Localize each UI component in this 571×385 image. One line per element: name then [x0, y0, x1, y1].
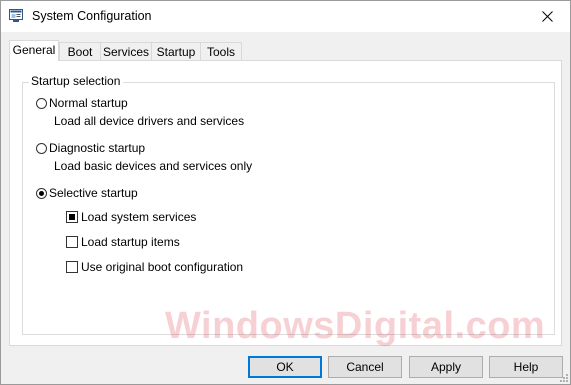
close-button[interactable] — [524, 1, 570, 32]
radio-circle-selected[interactable] — [36, 187, 47, 199]
tab-general[interactable]: General — [9, 40, 59, 61]
watermark-text: WindowsDigital.com — [165, 305, 546, 347]
selective-startup-radio[interactable]: Selective startup — [36, 186, 138, 200]
load-system-services-checkbox[interactable]: Load system services — [66, 210, 196, 224]
normal-startup-label: Normal startup — [49, 96, 128, 110]
cancel-button[interactable]: Cancel — [328, 356, 402, 378]
tab-tools[interactable]: Tools — [200, 42, 242, 60]
normal-startup-radio[interactable]: Normal startup — [36, 96, 128, 110]
msconfig-icon — [9, 9, 23, 22]
normal-startup-description: Load all device drivers and services — [54, 114, 245, 128]
load-startup-items-label: Load startup items — [81, 235, 180, 249]
radio-circle[interactable] — [36, 97, 47, 109]
use-original-boot-config-checkbox[interactable]: Use original boot configuration — [66, 260, 243, 274]
radio-circle[interactable] — [36, 142, 47, 154]
resize-grip-icon[interactable] — [558, 372, 568, 382]
apply-button[interactable]: Apply — [409, 356, 483, 378]
diagnostic-startup-label: Diagnostic startup — [49, 141, 146, 155]
system-configuration-window: System Configuration General Boot Servic… — [0, 0, 571, 385]
ok-button[interactable]: OK — [248, 356, 322, 378]
checkbox-indeterminate[interactable] — [66, 211, 78, 223]
diagnostic-startup-radio[interactable]: Diagnostic startup — [36, 141, 145, 155]
general-tab-panel: Startup selection Normal startup Load al… — [9, 60, 562, 346]
use-original-boot-config-label: Use original boot configuration — [81, 260, 244, 274]
tab-boot[interactable]: Boot — [59, 42, 101, 60]
close-icon — [541, 11, 553, 22]
tab-startup[interactable]: Startup — [151, 42, 201, 60]
title-bar[interactable]: System Configuration — [1, 1, 570, 32]
tab-services[interactable]: Services — [100, 42, 152, 60]
checkbox-unchecked[interactable] — [66, 236, 78, 248]
load-system-services-label: Load system services — [81, 210, 197, 224]
checkbox-unchecked[interactable] — [66, 261, 78, 273]
load-startup-items-checkbox[interactable]: Load startup items — [66, 235, 180, 249]
selective-startup-label: Selective startup — [49, 186, 138, 200]
startup-selection-legend: Startup selection — [29, 74, 124, 88]
window-title: System Configuration — [32, 9, 152, 23]
help-button[interactable]: Help — [489, 356, 563, 378]
diagnostic-startup-description: Load basic devices and services only — [54, 159, 253, 173]
